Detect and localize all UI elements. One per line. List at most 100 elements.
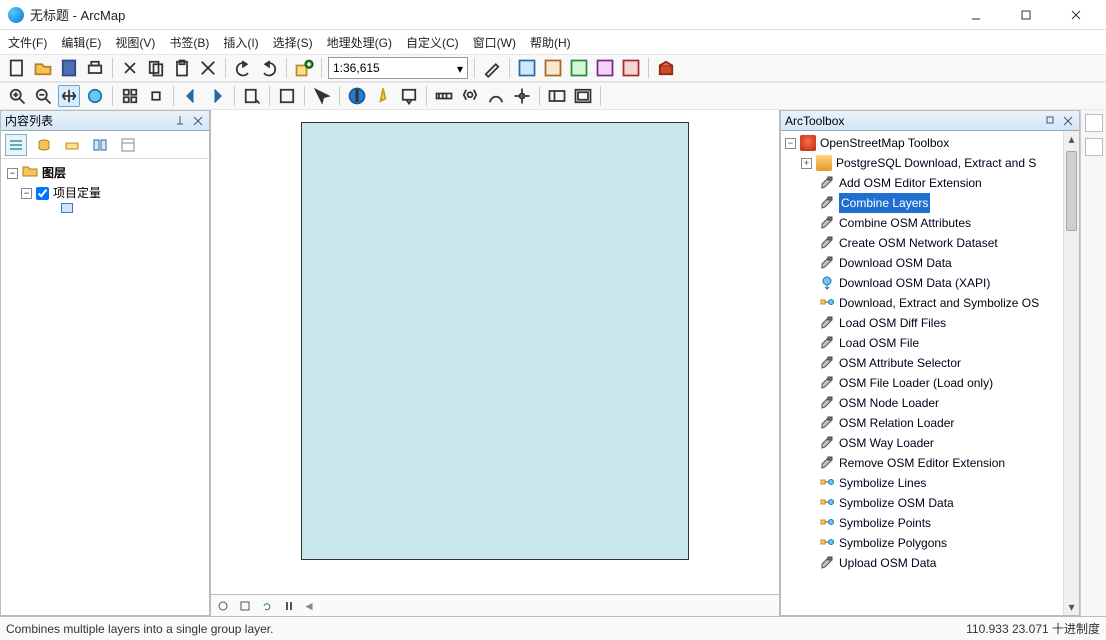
editor-toolbar-icon[interactable] bbox=[481, 57, 503, 79]
open-icon[interactable] bbox=[32, 57, 54, 79]
redo-icon[interactable] bbox=[258, 57, 280, 79]
undo-icon[interactable] bbox=[232, 57, 254, 79]
next-extent-icon[interactable] bbox=[206, 85, 228, 107]
menu-item-0[interactable]: 文件(F) bbox=[8, 34, 47, 51]
zoom-in-icon[interactable] bbox=[6, 85, 28, 107]
html-popup-icon[interactable] bbox=[398, 85, 420, 107]
catalog-tab-icon[interactable] bbox=[1085, 114, 1103, 132]
pan-icon[interactable] bbox=[58, 85, 80, 107]
hyperlink-icon[interactable] bbox=[372, 85, 394, 107]
tool-item[interactable]: Symbolize Polygons bbox=[783, 533, 1077, 553]
tool-item[interactable]: Symbolize OSM Data bbox=[783, 493, 1077, 513]
close-button[interactable] bbox=[1056, 1, 1096, 29]
print-icon[interactable] bbox=[84, 57, 106, 79]
menu-item-3[interactable]: 书签(B) bbox=[169, 34, 209, 51]
select-features-icon[interactable] bbox=[241, 85, 263, 107]
list-by-visibility-icon[interactable] bbox=[61, 134, 83, 156]
menu-item-5[interactable]: 选择(S) bbox=[273, 34, 313, 51]
identify-icon[interactable]: i bbox=[346, 85, 368, 107]
full-extent-icon[interactable] bbox=[84, 85, 106, 107]
menu-item-8[interactable]: 窗口(W) bbox=[473, 34, 516, 51]
tool-item[interactable]: Combine Layers bbox=[783, 193, 1077, 213]
list-by-source-icon[interactable] bbox=[33, 134, 55, 156]
expand-icon[interactable]: + bbox=[801, 158, 812, 169]
paste-icon[interactable] bbox=[171, 57, 193, 79]
scroll-thumb[interactable] bbox=[1066, 151, 1077, 231]
arctoolbox-window-icon[interactable] bbox=[655, 57, 677, 79]
vertical-scrollbar[interactable]: ▴ ▾ bbox=[1063, 131, 1079, 615]
minimize-button[interactable] bbox=[956, 1, 996, 29]
find-icon[interactable] bbox=[459, 85, 481, 107]
catalog-window-icon[interactable] bbox=[542, 57, 564, 79]
menu-item-9[interactable]: 帮助(H) bbox=[530, 34, 571, 51]
toolset[interactable]: +PostgreSQL Download, Extract and S bbox=[783, 153, 1077, 173]
pin-icon[interactable] bbox=[1043, 114, 1057, 128]
tool-item[interactable]: Download OSM Data (XAPI) bbox=[783, 273, 1077, 293]
tool-item[interactable]: OSM File Loader (Load only) bbox=[783, 373, 1077, 393]
viewer-window-icon[interactable] bbox=[572, 85, 594, 107]
menu-item-7[interactable]: 自定义(C) bbox=[406, 34, 459, 51]
time-slider-icon[interactable] bbox=[546, 85, 568, 107]
close-panel-icon[interactable] bbox=[1061, 114, 1075, 128]
menu-item-6[interactable]: 地理处理(G) bbox=[327, 34, 392, 51]
add-data-icon[interactable] bbox=[293, 57, 315, 79]
layout-view-icon[interactable] bbox=[237, 598, 253, 614]
scroll-down-icon[interactable]: ▾ bbox=[1064, 599, 1079, 615]
cut-icon[interactable] bbox=[119, 57, 141, 79]
save-icon[interactable] bbox=[58, 57, 80, 79]
tool-item[interactable]: Symbolize Lines bbox=[783, 473, 1077, 493]
menu-item-4[interactable]: 插入(I) bbox=[223, 34, 258, 51]
new-doc-icon[interactable] bbox=[6, 57, 28, 79]
tool-item[interactable]: Create OSM Network Dataset bbox=[783, 233, 1077, 253]
tool-item[interactable]: Symbolize Points bbox=[783, 513, 1077, 533]
search-tab-icon[interactable] bbox=[1085, 138, 1103, 156]
toolbox-root[interactable]: −OpenStreetMap Toolbox bbox=[783, 133, 1077, 153]
goto-xy-icon[interactable] bbox=[511, 85, 533, 107]
tool-item[interactable]: Download OSM Data bbox=[783, 253, 1077, 273]
expand-icon[interactable]: − bbox=[785, 138, 796, 149]
toc-symbol[interactable] bbox=[7, 203, 203, 213]
measure-icon[interactable] bbox=[433, 85, 455, 107]
tool-item[interactable]: OSM Way Loader bbox=[783, 433, 1077, 453]
delete-icon[interactable] bbox=[197, 57, 219, 79]
clear-selection-icon[interactable] bbox=[276, 85, 298, 107]
tool-item[interactable]: Load OSM Diff Files bbox=[783, 313, 1077, 333]
toc-layer[interactable]: − 项目定量 bbox=[7, 183, 203, 203]
menu-item-1[interactable]: 编辑(E) bbox=[61, 34, 101, 51]
scroll-up-icon[interactable]: ▴ bbox=[1064, 131, 1079, 147]
layer-visibility-checkbox[interactable] bbox=[36, 187, 49, 200]
list-by-drawing-order-icon[interactable] bbox=[5, 134, 27, 156]
python-window-icon[interactable] bbox=[594, 57, 616, 79]
data-view-icon[interactable] bbox=[215, 598, 231, 614]
tool-item[interactable]: Combine OSM Attributes bbox=[783, 213, 1077, 233]
pause-drawing-icon[interactable] bbox=[281, 598, 297, 614]
select-elements-icon[interactable] bbox=[311, 85, 333, 107]
tool-item[interactable]: Download, Extract and Symbolize OS bbox=[783, 293, 1077, 313]
fixed-zoom-out-icon[interactable] bbox=[145, 85, 167, 107]
fixed-zoom-in-icon[interactable] bbox=[119, 85, 141, 107]
refresh-view-icon[interactable] bbox=[259, 598, 275, 614]
list-by-selection-icon[interactable] bbox=[89, 134, 111, 156]
toc-window-icon[interactable] bbox=[516, 57, 538, 79]
map-scale-combo[interactable]: 1:36,615 ▾ bbox=[328, 57, 468, 79]
tool-item[interactable]: Remove OSM Editor Extension bbox=[783, 453, 1077, 473]
pin-icon[interactable] bbox=[173, 114, 187, 128]
options-icon[interactable] bbox=[117, 134, 139, 156]
maximize-button[interactable] bbox=[1006, 1, 1046, 29]
menu-item-2[interactable]: 视图(V) bbox=[115, 34, 155, 51]
prev-extent-icon[interactable] bbox=[180, 85, 202, 107]
tool-item[interactable]: OSM Node Loader bbox=[783, 393, 1077, 413]
tool-item[interactable]: Add OSM Editor Extension bbox=[783, 173, 1077, 193]
zoom-out-icon[interactable] bbox=[32, 85, 54, 107]
find-route-icon[interactable] bbox=[485, 85, 507, 107]
copy-icon[interactable] bbox=[145, 57, 167, 79]
search-window-icon[interactable] bbox=[568, 57, 590, 79]
tool-item[interactable]: OSM Relation Loader bbox=[783, 413, 1077, 433]
modelbuilder-icon[interactable] bbox=[620, 57, 642, 79]
scroll-track[interactable] bbox=[321, 600, 775, 612]
tool-item[interactable]: Upload OSM Data bbox=[783, 553, 1077, 573]
close-panel-icon[interactable] bbox=[191, 114, 205, 128]
tool-item[interactable]: OSM Attribute Selector bbox=[783, 353, 1077, 373]
layout-canvas[interactable] bbox=[211, 110, 779, 594]
tool-item[interactable]: Load OSM File bbox=[783, 333, 1077, 353]
